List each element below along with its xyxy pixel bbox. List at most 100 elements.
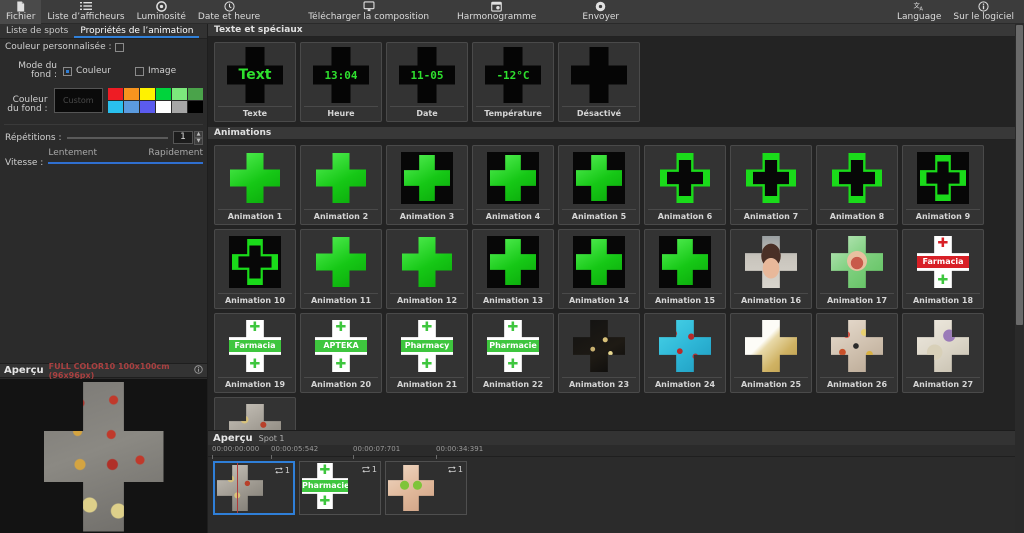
menu-item-liste-afficheurs[interactable]: Liste d’afficheurs — [41, 0, 130, 24]
animation-item-14[interactable]: Animation 14 — [558, 229, 640, 309]
scrollbar-thumb[interactable] — [1016, 25, 1023, 325]
info-icon[interactable] — [194, 364, 203, 377]
menu-item-luminosite[interactable]: Luminosité — [131, 0, 192, 24]
animation-item-6[interactable]: Animation 6 — [644, 145, 726, 225]
speed-label: Vitesse : — [5, 158, 44, 168]
animation-label: Animation 24 — [648, 377, 722, 389]
special-item-texte[interactable]: Text Texte — [214, 42, 296, 122]
animation-label: Animation 1 — [218, 209, 292, 221]
green-cross-icon — [401, 152, 453, 204]
menu-item-language[interactable]: 文A Language — [891, 0, 947, 24]
animation-item-26[interactable]: Animation 26 — [816, 313, 898, 393]
animation-item-17[interactable]: Animation 17 — [816, 229, 898, 309]
custom-color-swatch[interactable]: Custom — [53, 88, 103, 113]
background-mode-row: Mode du fond : Couleur Image — [0, 60, 207, 82]
palette-swatch-darkgreen[interactable] — [188, 88, 203, 100]
animation-item-2[interactable]: Animation 2 — [300, 145, 382, 225]
green-cross-icon — [573, 236, 625, 288]
palette-swatch-cyan[interactable] — [108, 101, 123, 113]
palette-swatch-red[interactable] — [108, 88, 123, 100]
download-screen-icon — [363, 1, 375, 12]
animation-item-27[interactable]: Animation 27 — [902, 313, 984, 393]
menu-item-envoyer[interactable]: Envoyer — [576, 0, 625, 24]
animation-item-11[interactable]: Animation 11 — [300, 229, 382, 309]
timeline-ruler[interactable]: 00:00:00:000 00:00:05:542 00:00:07:701 00:0… — [208, 445, 1024, 459]
menu-item-telecharger-composition[interactable]: Télécharger la composition — [302, 0, 435, 24]
custom-color-checkbox[interactable] — [114, 42, 124, 52]
menu-item-sur-le-logiciel[interactable]: Sur le logiciel — [947, 0, 1020, 24]
animation-item-24[interactable]: Animation 24 — [644, 313, 726, 393]
palette-swatch-blue[interactable] — [124, 101, 139, 113]
menu-item-harmonogramme[interactable]: Harmonogramme — [451, 0, 542, 24]
repetitions-value[interactable]: 1 — [173, 131, 193, 144]
photo-cross-icon — [917, 320, 969, 372]
animation-item-18[interactable]: ✚ Farmacia ✚ Animation 18 — [902, 229, 984, 309]
calendar-icon — [491, 1, 503, 12]
animation-label: Animation 22 — [476, 377, 550, 389]
cross-text-band: Pharmacy — [401, 340, 453, 352]
repetitions-row: Répétitions : 1 ▲ ▼ — [0, 129, 207, 146]
green-cross-icon — [402, 237, 452, 287]
animation-item-8[interactable]: Animation 8 — [816, 145, 898, 225]
palette-swatch-lightgreen[interactable] — [172, 88, 187, 100]
photo-cross-icon — [831, 320, 883, 372]
animation-item-25[interactable]: Animation 25 — [730, 313, 812, 393]
photo-cross-icon — [573, 320, 625, 372]
animation-item-3[interactable]: Animation 3 — [386, 145, 468, 225]
tab-liste-de-spots[interactable]: Liste de spots — [0, 24, 74, 38]
palette-swatch-yellow[interactable] — [140, 88, 155, 100]
palette-swatch-gray[interactable] — [172, 101, 187, 113]
thumb-frame — [820, 149, 894, 207]
text-cross-icon: ✚ APTEKA ✚ — [315, 320, 367, 372]
special-item-temperature[interactable]: -12°C Température — [472, 42, 554, 122]
animation-item-12[interactable]: Animation 12 — [386, 229, 468, 309]
cross-text-band: Pharmacie — [487, 340, 539, 352]
palette-swatch-white[interactable] — [156, 101, 171, 113]
animation-item-21[interactable]: ✚ Pharmacy ✚ Animation 21 — [386, 313, 468, 393]
animation-item-20[interactable]: ✚ APTEKA ✚ Animation 20 — [300, 313, 382, 393]
palette-swatch-indigo[interactable] — [140, 101, 155, 113]
repetitions-stepper[interactable]: ▲ ▼ — [194, 131, 203, 145]
animation-item-13[interactable]: Animation 13 — [472, 229, 554, 309]
repetitions-slider[interactable] — [66, 136, 168, 139]
animation-label: Animation 27 — [906, 377, 980, 389]
animation-label: Animation 18 — [906, 293, 980, 305]
palette-swatch-orange[interactable] — [124, 88, 139, 100]
speed-row: Vitesse : Lentement Rapidement — [0, 146, 207, 170]
palette-swatch-green[interactable] — [156, 88, 171, 100]
palette-swatch-black[interactable] — [188, 101, 203, 113]
thumb-frame — [648, 149, 722, 207]
special-item-date[interactable]: 11-05 Date — [386, 42, 468, 122]
animation-item-19[interactable]: ✚ Farmacia ✚ Animation 19 — [214, 313, 296, 393]
mode-color-radio[interactable] — [63, 66, 72, 76]
animation-item-4[interactable]: Animation 4 — [472, 145, 554, 225]
animation-item-10[interactable]: Animation 10 — [214, 229, 296, 309]
speed-slider[interactable] — [48, 162, 203, 164]
animation-item-1[interactable]: Animation 1 — [214, 145, 296, 225]
cross-glyph-bottom: ✚ — [249, 357, 261, 372]
animation-item-23[interactable]: Animation 23 — [558, 313, 640, 393]
animation-item-9[interactable]: Animation 9 — [902, 145, 984, 225]
animation-item-7[interactable]: Animation 7 — [730, 145, 812, 225]
menu-item-fichier[interactable]: Fichier — [0, 0, 42, 24]
special-item-heure[interactable]: 13:04 Heure — [300, 42, 382, 122]
green-cross-icon — [487, 152, 539, 204]
animation-item-16[interactable]: Animation 16 — [730, 229, 812, 309]
timeline-clip[interactable]: 1 — [213, 461, 295, 515]
mode-image-radio[interactable] — [134, 66, 144, 76]
menu-label: Sur le logiciel — [953, 12, 1014, 22]
tab-proprietes-animation[interactable]: Propriétés de l’animation — [74, 24, 200, 38]
animation-item-15[interactable]: Animation 15 — [644, 229, 726, 309]
photo-cross-icon — [831, 236, 883, 288]
timeline-clip[interactable]: 1 — [385, 461, 467, 515]
menu-item-date-heure[interactable]: Date et heure — [192, 0, 266, 24]
content-vertical-scrollbar[interactable] — [1015, 24, 1024, 533]
thumb-frame — [820, 233, 894, 291]
preview-stage[interactable] — [0, 379, 207, 533]
timeline-clip[interactable]: ✚ Pharmacie ✚ 1 — [299, 461, 381, 515]
animation-item-5[interactable]: Animation 5 — [558, 145, 640, 225]
animation-item-22[interactable]: ✚ Pharmacie ✚ Animation 22 — [472, 313, 554, 393]
timeline-playhead[interactable] — [237, 463, 238, 513]
thumb-frame: ✚ Pharmacie ✚ — [476, 317, 550, 375]
special-item-desactive[interactable]: Désactivé — [558, 42, 640, 122]
